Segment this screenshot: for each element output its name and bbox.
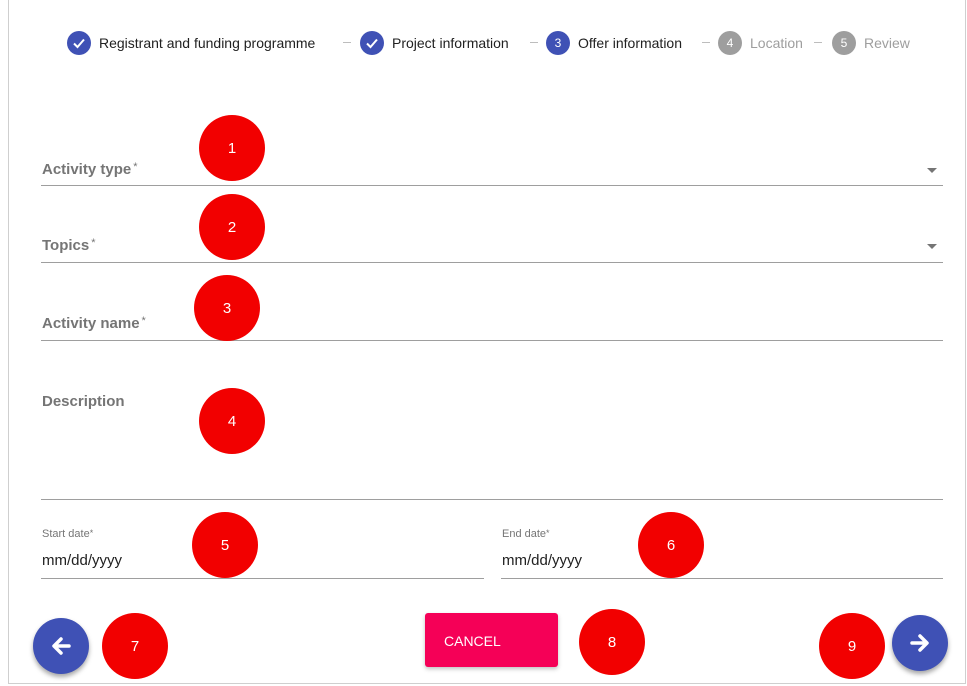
end-date-placeholder: mm/dd/yyyy — [502, 552, 583, 569]
field-underline — [41, 340, 943, 341]
start-date-input[interactable]: Start date* mm/dd/yyyy — [41, 528, 484, 579]
check-icon — [67, 31, 91, 55]
cancel-button[interactable]: CANCEL — [425, 613, 558, 667]
dropdown-arrow-icon — [927, 244, 937, 249]
check-icon — [360, 31, 384, 55]
topics-select[interactable]: Topics * — [41, 227, 943, 263]
step-connector — [530, 42, 538, 43]
step-label: Offer information — [578, 35, 683, 51]
dropdown-arrow-icon — [927, 168, 937, 173]
annotation-marker: 6 — [638, 512, 704, 578]
next-button[interactable] — [892, 615, 948, 671]
step-connector — [702, 42, 710, 43]
step-location[interactable]: 4 Location — [718, 31, 803, 55]
arrow-right-icon — [910, 634, 929, 652]
activity-type-label: Activity type * — [42, 161, 138, 178]
step-label: Project information — [392, 35, 509, 51]
arrow-left-icon — [52, 637, 71, 655]
annotation-marker: 1 — [199, 115, 265, 181]
step-number: 3 — [546, 31, 570, 55]
description-label: Description — [42, 393, 125, 410]
activity-type-select[interactable]: Activity type * — [41, 150, 943, 186]
annotation-marker: 9 — [819, 613, 885, 679]
end-date-input[interactable]: End date* mm/dd/yyyy — [501, 528, 943, 579]
step-offer-information[interactable]: 3 Offer information — [546, 31, 682, 55]
step-label: Registrant and funding programme — [99, 35, 316, 51]
field-underline — [41, 262, 943, 263]
annotation-marker: 3 — [194, 275, 260, 341]
step-label: Location — [750, 35, 803, 51]
description-textarea[interactable]: Description — [41, 385, 943, 500]
start-date-label: Start date* — [42, 528, 94, 540]
stepper: Registrant and funding programme Project… — [0, 31, 967, 55]
step-number: 4 — [718, 31, 742, 55]
topics-label: Topics * — [42, 237, 96, 254]
step-connector — [814, 42, 822, 43]
back-button[interactable] — [33, 618, 89, 674]
step-registrant[interactable]: Registrant and funding programme — [67, 31, 315, 55]
field-underline — [41, 578, 484, 579]
annotation-marker: 4 — [199, 388, 265, 454]
step-project-information[interactable]: Project information — [360, 31, 509, 55]
annotation-marker: 2 — [199, 194, 265, 260]
annotation-marker: 7 — [102, 613, 168, 679]
step-number: 5 — [832, 31, 856, 55]
field-underline — [41, 499, 943, 500]
form-card — [8, 0, 966, 684]
end-date-label: End date* — [502, 528, 550, 540]
field-underline — [501, 578, 943, 579]
annotation-marker: 8 — [579, 609, 645, 675]
step-review[interactable]: 5 Review — [832, 31, 910, 55]
start-date-placeholder: mm/dd/yyyy — [42, 552, 123, 569]
activity-name-label: Activity name * — [42, 315, 146, 332]
field-underline — [41, 185, 943, 186]
step-connector — [343, 42, 351, 43]
activity-name-input[interactable]: Activity name * — [41, 305, 943, 341]
annotation-marker: 5 — [192, 512, 258, 578]
step-label: Review — [864, 35, 910, 51]
